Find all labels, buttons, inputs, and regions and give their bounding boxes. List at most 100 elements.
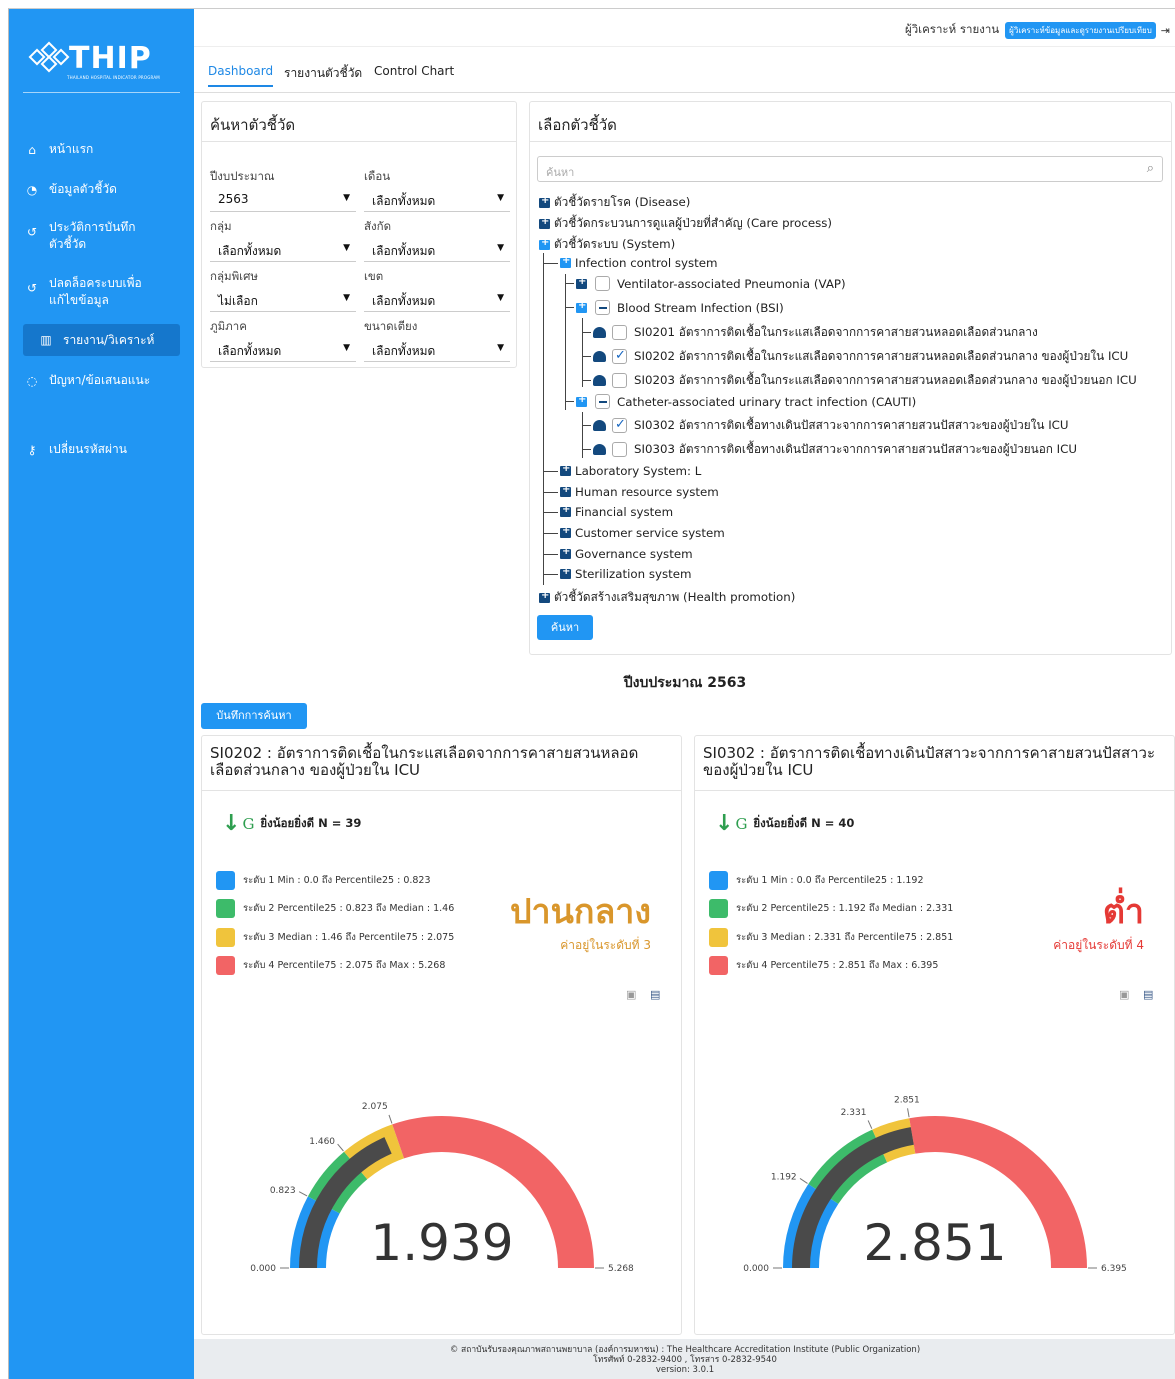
tree-item-vap[interactable]: Ventilator-associated Pneumonia (VAP) xyxy=(566,276,846,291)
gauge-tick-label: 0.000 xyxy=(250,1264,276,1274)
legend-text: ระดับ 4 Percentile75 : 2.851 ถึง Max : 6… xyxy=(736,960,939,971)
tree-label: ตัวชี้วัดรายโรค (Disease) xyxy=(554,195,691,209)
cauti-checkbox[interactable] xyxy=(595,394,610,409)
camera-icon[interactable]: ▣ xyxy=(626,988,636,1001)
gauge-icon xyxy=(593,420,606,431)
folder-icon xyxy=(576,276,587,289)
folder-icon xyxy=(560,484,571,497)
month-select[interactable]: เลือกทั้งหมด ▼ xyxy=(364,186,510,212)
affiliation-select[interactable]: เลือกทั้งหมด ▼ xyxy=(364,236,510,262)
indicator-search-input[interactable]: ค้นหา ⌕ xyxy=(537,156,1163,182)
si0201-checkbox[interactable] xyxy=(612,325,627,340)
legend-text: ระดับ 2 Percentile25 : 1.192 ถึง Median … xyxy=(736,903,954,914)
thip-logo[interactable]: THIP xyxy=(27,41,152,77)
sidebar-item-password[interactable]: ⚷ เปลี่ยนรหัสผ่าน xyxy=(25,440,179,459)
region-select[interactable]: เลือกทั้งหมด ▼ xyxy=(364,286,510,312)
si0303-checkbox[interactable] xyxy=(612,442,627,457)
tree-item-bsi[interactable]: Blood Stream Infection (BSI) xyxy=(566,300,784,315)
gauge-value-text: 2.851 xyxy=(863,1214,1006,1272)
special-group-select[interactable]: ไม่เลือก ▼ xyxy=(210,286,356,312)
divider xyxy=(530,141,1171,142)
legend-text: ระดับ 2 Percentile25 : 0.823 ถึง Median … xyxy=(243,903,455,914)
si0302-checkbox[interactable] xyxy=(612,417,627,433)
tree-item-care-process[interactable]: ตัวชี้วัดกระบวนการดูแลผู้ป่วยที่สำคัญ (C… xyxy=(539,214,832,233)
main-content: ค้นหาตัวชี้วัด ปีงบประมาณ 2563 ▼ เดือน เล… xyxy=(194,93,1175,1339)
tree-label: Governance system xyxy=(575,547,693,561)
sidebar-item-feedback[interactable]: ◌ ปัญหา/ข้อเสนอแนะ xyxy=(25,371,179,390)
save-search-button[interactable]: บันทึกการค้นหา xyxy=(201,703,307,729)
folder-open-icon xyxy=(576,394,587,407)
legend-level-1: ระดับ 1 Min : 0.0 ถึง Percentile25 : 1.1… xyxy=(709,871,924,890)
vap-checkbox[interactable] xyxy=(595,276,610,291)
bsi-checkbox[interactable] xyxy=(595,300,610,315)
legend-text: ระดับ 4 Percentile75 : 2.075 ถึง Max : 5… xyxy=(243,960,446,971)
user-name[interactable]: ผู้วิเคราะห์ รายงาน xyxy=(905,21,999,39)
tree-item-si0303[interactable]: SI0303 อัตราการติดเชื้อทางเดินปัสสาวะจาก… xyxy=(583,440,1077,459)
tree-item-governance[interactable]: Governance system xyxy=(544,546,693,561)
tree-item-si0302[interactable]: SI0302 อัตราการติดเชื้อทางเดินปัสสาวะจาก… xyxy=(583,416,1069,435)
tree-item-human-resource[interactable]: Human resource system xyxy=(544,484,719,499)
chart-icon[interactable]: ▤ xyxy=(1143,988,1153,1001)
legend-level-2: ระดับ 2 Percentile25 : 0.823 ถึง Median … xyxy=(216,899,454,918)
tree-item-si0201[interactable]: SI0201 อัตราการติดเชื้อในกระแสเลือดจากกา… xyxy=(583,323,1038,342)
legend-level-1: ระดับ 1 Min : 0.0 ถึง Percentile25 : 0.8… xyxy=(216,871,431,890)
group-select[interactable]: เลือกทั้งหมด ▼ xyxy=(210,236,356,262)
logout-icon[interactable]: ⇥ xyxy=(1161,24,1170,37)
si0202-checkbox[interactable] xyxy=(612,348,627,364)
sidebar-item-label: ปัญหา/ข้อเสนอแนะ xyxy=(49,373,151,387)
tab-indicator-report[interactable]: รายงานตัวชี้วัด xyxy=(284,64,362,83)
tree-label: SI0201 อัตราการติดเชื้อในกระแสเลือดจากกา… xyxy=(634,325,1038,339)
tree-item-infection-control[interactable]: Infection control system xyxy=(544,255,718,270)
tree-item-health-promotion[interactable]: ตัวชี้วัดสร้างเสริมสุขภาพ (Health promot… xyxy=(539,588,795,607)
tab-bar: Dashboard รายงานตัวชี้วัด Control Chart xyxy=(194,47,1175,93)
sidebar-item-report[interactable]: ▥ รายงาน/วิเคราะห์ xyxy=(23,324,180,356)
top-bar: ผู้วิเคราะห์ รายงาน ผู้วิเคราะห์ข้อมูลแล… xyxy=(194,9,1175,47)
tree-item-cauti[interactable]: Catheter-associated urinary tract infect… xyxy=(566,394,916,409)
area-label: ภูมิภาค xyxy=(210,319,247,333)
tree-item-si0202[interactable]: SI0202 อัตราการติดเชื้อในกระแสเลือดจากกา… xyxy=(583,347,1128,366)
home-icon: ⌂ xyxy=(28,142,36,157)
sidebar-item-home[interactable]: ⌂ หน้าแรก xyxy=(25,140,179,159)
search-button[interactable]: ค้นหา xyxy=(537,615,593,640)
legend-swatch xyxy=(709,899,728,918)
legend-swatch xyxy=(216,956,235,975)
search-icon[interactable]: ⌕ xyxy=(1147,161,1154,176)
bed-size-select[interactable]: เลือกทั้งหมด ▼ xyxy=(364,336,510,362)
tree-item-disease[interactable]: ตัวชี้วัดรายโรค (Disease) xyxy=(539,193,690,212)
tree-label: ตัวชี้วัดกระบวนการดูแลผู้ป่วยที่สำคัญ (C… xyxy=(554,216,832,230)
sidebar-item-label-2: แก้ไขข้อมูล xyxy=(49,293,109,307)
tree-item-laboratory[interactable]: Laboratory System: L xyxy=(544,463,701,478)
gauge-tick-label: 6.395 xyxy=(1101,1264,1127,1274)
sidebar-item-unlock[interactable]: ↺ ปลดล็อคระบบเพื่อ แก้ไขข้อมูล xyxy=(25,275,179,309)
tree-item-system[interactable]: ตัวชี้วัดระบบ (System) xyxy=(539,235,675,254)
arrow-down-icon: ↓ xyxy=(222,811,241,836)
area-select[interactable]: เลือกทั้งหมด ▼ xyxy=(210,336,356,362)
gauge-tick-label: 2.075 xyxy=(362,1102,388,1112)
gauge-icon xyxy=(593,375,606,386)
fiscal-year-select[interactable]: 2563 ▼ xyxy=(210,186,356,212)
camera-icon[interactable]: ▣ xyxy=(1119,988,1129,1001)
sidebar-item-history[interactable]: ↺ ประวัติการบันทึก ตัวชี้วัด xyxy=(25,219,179,253)
tree-item-financial[interactable]: Financial system xyxy=(544,504,673,519)
legend-swatch xyxy=(709,956,728,975)
tab-dashboard[interactable]: Dashboard xyxy=(208,64,274,87)
chevron-down-icon: ▼ xyxy=(343,243,350,253)
tab-control-chart[interactable]: Control Chart xyxy=(374,64,454,78)
chart-icon[interactable]: ▤ xyxy=(650,988,660,1001)
gauge-chart: 0.000 0.823 1.460 2.075 5.268 1.939 xyxy=(250,1102,634,1274)
tree-item-customer-service[interactable]: Customer service system xyxy=(544,525,725,540)
tree-item-sterilization[interactable]: Sterilization system xyxy=(544,566,691,581)
select-value: เลือกทั้งหมด xyxy=(372,294,436,308)
history-icon: ↺ xyxy=(26,281,38,295)
gauge-tick-label: 2.331 xyxy=(841,1108,867,1118)
level-sub: ค่าอยู่ในระดับที่ 4 xyxy=(1053,938,1144,952)
legend-text: ระดับ 1 Min : 0.0 ถึง Percentile25 : 1.1… xyxy=(736,875,924,886)
tree-label: Infection control system xyxy=(575,256,718,270)
folder-icon xyxy=(539,590,550,603)
role-badge: ผู้วิเคราะห์ข้อมูลและดูรายงานเปรียบเทียบ xyxy=(1005,21,1156,39)
sidebar-item-label: เปลี่ยนรหัสผ่าน xyxy=(49,442,127,456)
si0203-checkbox[interactable] xyxy=(612,373,627,388)
tree-item-si0203[interactable]: SI0203 อัตราการติดเชื้อในกระแสเลือดจากกา… xyxy=(583,371,1137,390)
gauge-icon xyxy=(593,351,606,362)
sidebar-item-indicator-data[interactable]: ◔ ข้อมูลตัวชี้วัด xyxy=(25,180,179,199)
